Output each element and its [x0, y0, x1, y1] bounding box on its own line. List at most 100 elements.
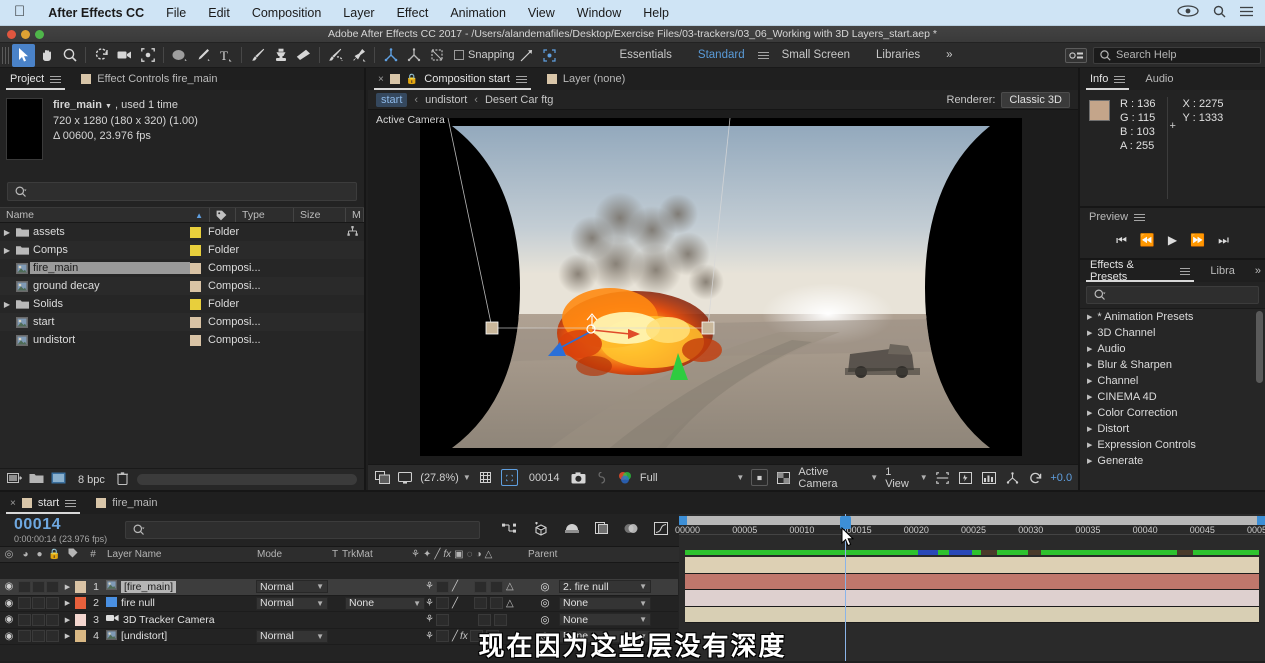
lock-switch[interactable] — [46, 580, 59, 593]
disclosure-triangle-icon[interactable]: ▶ — [0, 246, 14, 255]
column-name[interactable]: Name ▲ — [0, 208, 210, 222]
collapse-switch[interactable] — [435, 580, 449, 593]
layer-label-color[interactable] — [75, 630, 86, 643]
workspace-menu-icon[interactable] — [757, 50, 769, 61]
disclosure-triangle-icon[interactable]: ▶ — [1087, 313, 1092, 321]
transparency-grid-icon[interactable] — [775, 469, 791, 486]
camera-tool[interactable] — [113, 44, 136, 67]
snapping-checkbox[interactable] — [454, 50, 464, 60]
layer-row[interactable]: ◉ ▶ 2 fire null Normal ▼ None ▼ ⚘ ╱ △ ◎ None ▼ — [0, 596, 678, 612]
video-switch[interactable]: ◉ — [0, 614, 18, 625]
project-search-input[interactable] — [7, 182, 357, 201]
project-item-row[interactable]: ▶ assets Folder — [0, 223, 364, 241]
menu-item-window[interactable]: Window — [566, 0, 632, 26]
world-axis-mode[interactable] — [402, 44, 425, 67]
collapse-switch[interactable] — [435, 597, 449, 610]
menu-item-layer[interactable]: Layer — [332, 0, 385, 26]
work-area-bar[interactable] — [679, 516, 1265, 525]
collapse-switch[interactable] — [435, 630, 449, 643]
parent-pickwhip-icon[interactable]: ◎ — [537, 614, 553, 626]
panel-menu-icon[interactable] — [50, 74, 62, 85]
frame-blend-switch[interactable] — [469, 630, 483, 643]
menu-item-composition[interactable]: Composition — [241, 0, 332, 26]
motion-blur-switch[interactable] — [490, 580, 503, 593]
previous-frame-button[interactable]: ⏪ — [1140, 233, 1155, 248]
project-item-row[interactable]: fire_main Composi... — [0, 259, 364, 277]
layer-track-bars[interactable] — [679, 557, 1265, 661]
breadcrumb-start[interactable]: start — [376, 92, 408, 107]
menu-item-effect[interactable]: Effect — [386, 0, 440, 26]
layer-mode-select[interactable]: Normal ▼ — [256, 580, 328, 594]
lock-switch[interactable] — [46, 613, 59, 626]
tabs-overflow-icon[interactable]: » — [1245, 260, 1265, 282]
tab-libraries[interactable]: Libra — [1200, 260, 1244, 282]
video-switch[interactable]: ◉ — [0, 598, 18, 609]
channels-icon[interactable] — [617, 469, 633, 486]
motion-blur-switch[interactable] — [485, 630, 499, 643]
solo-switch[interactable] — [32, 580, 45, 593]
composition-mini-flowchart-icon[interactable] — [502, 522, 518, 538]
zoom-level-select[interactable]: (27.8%) ▼ — [420, 472, 470, 484]
effects-category-row[interactable]: ▶ Generate — [1080, 453, 1265, 469]
workspace-small-screen[interactable]: Small Screen — [769, 49, 863, 61]
video-switch[interactable]: ◉ — [0, 581, 18, 592]
panel-menu-icon[interactable] — [515, 74, 527, 85]
layer-track-bar[interactable] — [685, 573, 1259, 590]
layer-row[interactable]: ◉ ▶ 4 [undistort] Normal ▼ ⚘ ╱ fx ◎ None ▼ — [0, 629, 678, 645]
disclosure-triangle-icon[interactable]: ▶ — [1087, 329, 1092, 337]
effects-category-row[interactable]: ▶ Color Correction — [1080, 405, 1265, 421]
project-item-row[interactable]: ▶ Comps Folder — [0, 241, 364, 259]
layer-switches[interactable]: ⚘ ╱ △ — [425, 580, 537, 593]
disclosure-triangle-icon[interactable]: ▶ — [1087, 377, 1092, 385]
view-count-select[interactable]: 1 View ▼ — [885, 466, 927, 490]
layer-name[interactable]: [undistort] — [106, 629, 256, 643]
composition-timecode[interactable]: 00014 — [525, 472, 564, 484]
snapping-toggle[interactable]: Snapping — [454, 49, 515, 61]
solo-switch[interactable] — [32, 597, 45, 610]
disclosure-triangle-icon[interactable]: ▶ — [60, 583, 75, 591]
quality-switch[interactable]: ╱ — [452, 631, 458, 642]
audio-switch[interactable] — [18, 630, 31, 643]
disclosure-triangle-icon[interactable]: ▶ — [1087, 409, 1092, 417]
shy-switch[interactable]: ⚘ — [425, 581, 434, 592]
layer-parent-select[interactable]: None ▼ — [559, 613, 651, 627]
trkmat-header[interactable]: TrkMat — [342, 549, 408, 560]
work-area-end-handle[interactable] — [1257, 516, 1265, 525]
audio-switch[interactable] — [18, 580, 31, 593]
maximize-button[interactable] — [35, 29, 44, 39]
type-tool[interactable]: T — [214, 44, 237, 67]
menu-item-file[interactable]: File — [155, 0, 197, 26]
effects-category-row[interactable]: ▶ Expression Controls — [1080, 437, 1265, 453]
search-help-input[interactable]: Search Help — [1093, 46, 1261, 64]
close-tab-icon[interactable]: × — [378, 74, 384, 85]
effects-category-list[interactable]: ▶ * Animation Presets ▶ 3D Channel ▶ Audio ▶ Bl… — [1080, 308, 1265, 490]
audio-switch[interactable] — [18, 613, 31, 626]
exposure-value[interactable]: +0.0 — [1050, 472, 1072, 484]
reset-exposure-icon[interactable] — [1027, 469, 1043, 486]
camera-view-select[interactable]: Active Camera ▼ — [798, 466, 878, 490]
layer-row[interactable]: ◉ ▶ 1 [fire_main] Normal ▼ ⚘ ╱ △ ◎ 2. fire null ▼ — [0, 579, 678, 596]
layer-switches[interactable]: ⚘ ╱ △ — [425, 597, 537, 610]
fast-previews-icon[interactable] — [958, 469, 974, 486]
always-preview-icon[interactable] — [374, 469, 390, 486]
panel-menu-icon[interactable] — [1179, 266, 1191, 277]
collapse-switch[interactable] — [435, 613, 449, 626]
bit-depth-label[interactable]: 8 bpc — [73, 473, 110, 487]
menu-item-animation[interactable]: Animation — [439, 0, 517, 26]
current-time-display[interactable]: 00014 0:00:00:14 (23.976 fps) — [0, 516, 125, 544]
effects-category-row[interactable]: ▶ Blur & Sharpen — [1080, 357, 1265, 373]
parent-pickwhip-icon[interactable]: ◎ — [537, 581, 553, 593]
column-size[interactable]: Size — [294, 208, 346, 222]
layer-mode-select[interactable]: Normal ▼ — [256, 629, 328, 643]
pan-behind-tool[interactable] — [136, 44, 159, 67]
motion-blur-switch[interactable] — [490, 597, 503, 610]
current-time-indicator[interactable] — [840, 514, 852, 661]
layer-track-bar[interactable] — [685, 590, 1259, 607]
tab-audio[interactable]: Audio — [1135, 68, 1183, 90]
solo-switch[interactable] — [32, 630, 45, 643]
new-folder-icon[interactable] — [29, 472, 44, 487]
hand-tool[interactable] — [35, 44, 58, 67]
video-switch[interactable]: ◉ — [0, 631, 18, 642]
layer-label-color[interactable] — [75, 597, 86, 610]
disclosure-triangle-icon[interactable]: ▶ — [0, 300, 14, 309]
